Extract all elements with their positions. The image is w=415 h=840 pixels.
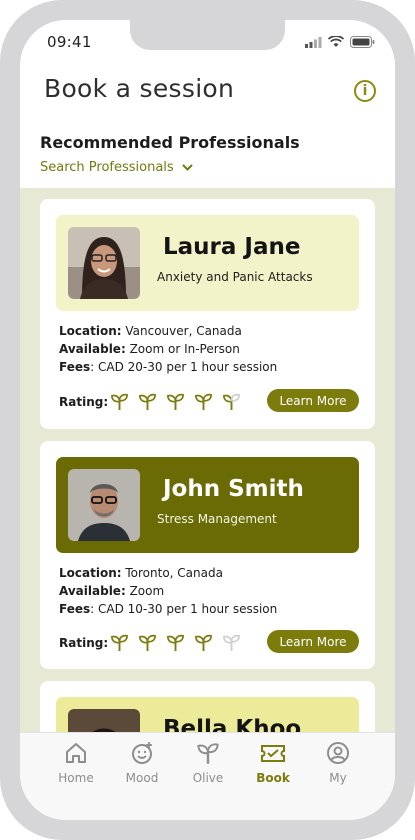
avatar (68, 227, 140, 299)
learn-more-button[interactable]: Learn More (267, 389, 359, 412)
ticket-icon (261, 745, 285, 762)
location-row: Location: Vancouver, Canada (59, 324, 242, 338)
location-label: Location: (59, 566, 122, 580)
professional-card: Laura Jane Anxiety and Panic Attacks Loc… (40, 199, 375, 429)
sprout-icon (195, 634, 212, 652)
availability-row: Available: Zoom or In-Person (59, 342, 240, 356)
device-notch (130, 20, 285, 50)
tab-label: My (329, 771, 347, 785)
sprout-icon (167, 634, 184, 652)
tab-olive[interactable]: Olive (178, 741, 238, 785)
available-label: Available: (59, 342, 126, 356)
info-icon: i (362, 83, 368, 99)
profile-icon (327, 742, 349, 764)
available-label: Available: (59, 584, 126, 598)
status-icons (305, 36, 375, 48)
wifi-icon (328, 36, 344, 47)
location-value: Toronto, Canada (125, 566, 223, 580)
chevron-down-icon (181, 164, 193, 171)
avatar (68, 469, 140, 541)
battery-icon (350, 36, 375, 48)
status-time: 09:41 (47, 33, 92, 51)
tab-label: Olive (192, 771, 224, 785)
rating-sprouts (110, 633, 241, 652)
profile-header: John Smith Stress Management (56, 457, 359, 553)
professional-card: Bella Khoo (40, 681, 375, 733)
fees-value: : CAD 20-30 per 1 hour session (90, 360, 278, 374)
fees-row: Fees: CAD 10-30 per 1 hour session (59, 602, 277, 616)
rating-label: Rating: (59, 636, 109, 650)
header: 09:41 Book a session i Recommended Profe… (20, 20, 395, 188)
sprout-icon (111, 634, 128, 652)
availability-row: Available: Zoom (59, 584, 164, 598)
professional-name: Bella Khoo (163, 716, 302, 733)
tab-label: Book (256, 771, 290, 785)
rating-label: Rating: (59, 395, 109, 409)
info-button[interactable]: i (354, 80, 376, 102)
profile-header: Bella Khoo (56, 697, 359, 733)
profile-header: Laura Jane Anxiety and Panic Attacks (56, 215, 359, 311)
bottom-tab-bar: Home Mood Olive Book My (20, 732, 395, 820)
tab-home[interactable]: Home (46, 741, 106, 785)
sprout-icon (139, 634, 156, 652)
tab-label: Mood (125, 771, 159, 785)
tab-label: Home (58, 771, 94, 785)
sprout-icon (167, 393, 184, 411)
professional-card: John Smith Stress Management Location: T… (40, 441, 375, 669)
rating-sprouts (110, 392, 241, 411)
sprout-icon (197, 743, 219, 764)
fees-label: Fees (59, 360, 91, 374)
search-professionals-label: Search Professionals (40, 160, 174, 175)
professional-specialty: Anxiety and Panic Attacks (157, 270, 313, 284)
mood-icon (132, 742, 152, 764)
sprout-empty-icon (223, 634, 240, 652)
page-title: Book a session (44, 74, 235, 103)
location-row: Location: Toronto, Canada (59, 566, 223, 580)
tab-my[interactable]: My (308, 741, 368, 785)
sprout-icon (111, 393, 128, 411)
section-title: Recommended Professionals (40, 133, 300, 152)
avatar (68, 709, 140, 733)
tab-mood[interactable]: Mood (112, 741, 172, 785)
home-icon (66, 743, 86, 763)
professionals-list[interactable]: Laura Jane Anxiety and Panic Attacks Loc… (20, 188, 395, 733)
phone-frame: 09:41 Book a session i Recommended Profe… (0, 0, 415, 840)
signal-icon (305, 36, 322, 48)
location-label: Location: (59, 324, 122, 338)
fees-label: Fees (59, 602, 91, 616)
search-professionals-dropdown[interactable]: Search Professionals (40, 160, 193, 175)
fees-value: : CAD 10-30 per 1 hour session (90, 602, 278, 616)
fees-row: Fees: CAD 20-30 per 1 hour session (59, 360, 277, 374)
sprout-half-icon (223, 393, 240, 411)
learn-more-button[interactable]: Learn More (267, 630, 359, 653)
sprout-icon (139, 393, 156, 411)
tab-book[interactable]: Book (243, 741, 303, 785)
location-value: Vancouver, Canada (125, 324, 242, 338)
professional-specialty: Stress Management (157, 512, 277, 526)
sprout-icon (195, 393, 212, 411)
available-value: Zoom or In-Person (129, 342, 240, 356)
professional-name: John Smith (163, 476, 304, 502)
professional-name: Laura Jane (163, 234, 301, 260)
app-screen: 09:41 Book a session i Recommended Profe… (20, 20, 395, 820)
available-value: Zoom (129, 584, 165, 598)
